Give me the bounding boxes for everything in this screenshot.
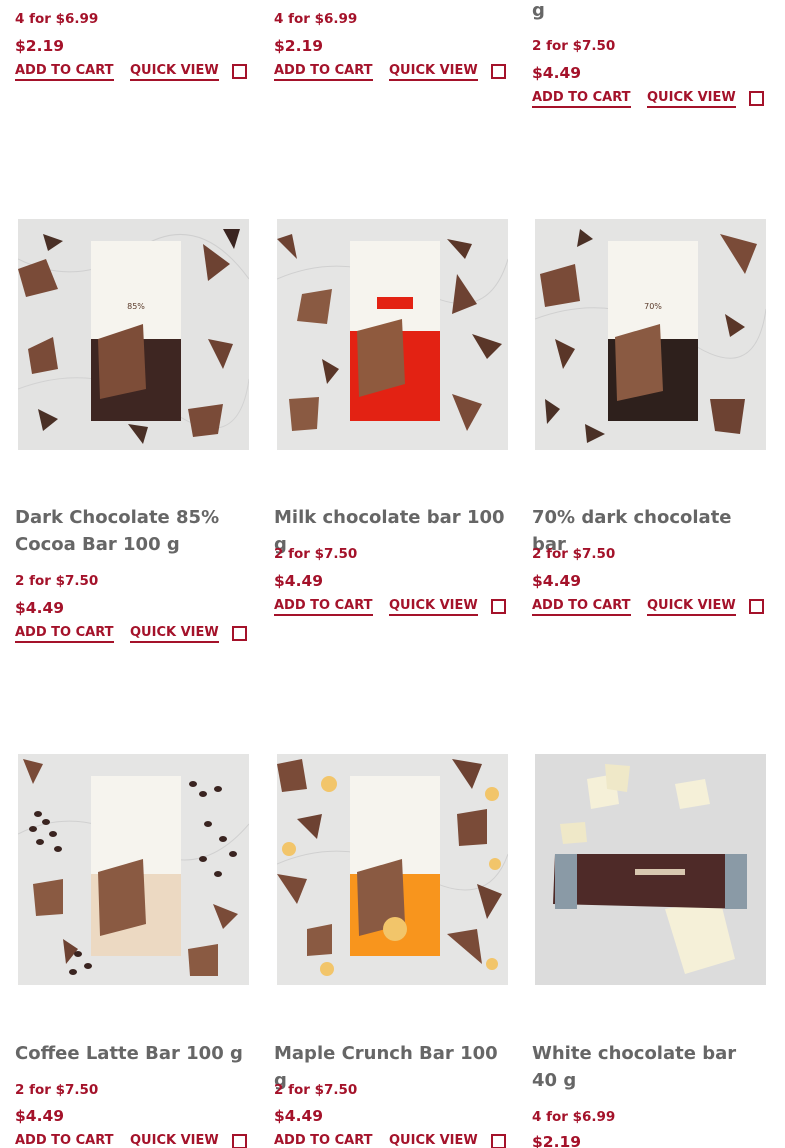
- product-actions: ADD TO CART QUICK VIEW: [274, 62, 508, 82]
- product-name[interactable]: White chocolate bar 40 g: [532, 1040, 766, 1094]
- quick-view-button[interactable]: QUICK VIEW: [130, 62, 219, 81]
- product-actions: ADD TO CART QUICK VIEW: [532, 597, 766, 617]
- compare-checkbox[interactable]: [749, 91, 764, 106]
- svg-text:70%: 70%: [644, 302, 662, 311]
- product-name[interactable]: g: [532, 0, 766, 24]
- price: $4.49: [15, 1107, 65, 1125]
- compare-checkbox[interactable]: [491, 599, 506, 614]
- dark-85-bar-photo: 85%: [18, 219, 249, 450]
- promo-text: 4 for $6.99: [532, 1109, 616, 1125]
- compare-checkbox[interactable]: [749, 599, 764, 614]
- promo-text: 2 for $7.50: [532, 38, 616, 54]
- product-actions: ADD TO CART QUICK VIEW: [532, 89, 766, 109]
- promo-text: 2 for $7.50: [15, 573, 99, 589]
- product-name[interactable]: Dark Chocolate 85% Cocoa Bar 100 g: [15, 504, 249, 558]
- dark-70-bar-photo: 70%: [535, 219, 766, 450]
- quick-view-button[interactable]: QUICK VIEW: [389, 62, 478, 81]
- product-actions: ADD TO CART QUICK VIEW: [15, 62, 249, 82]
- compare-checkbox[interactable]: [491, 64, 506, 79]
- product-actions: ADD TO CART QUICK VIEW: [15, 624, 249, 644]
- maple-crunch-bar-photo: [277, 754, 508, 985]
- add-to-cart-button[interactable]: ADD TO CART: [274, 597, 373, 616]
- promo-text: 2 for $7.50: [274, 546, 358, 562]
- price: $2.19: [274, 37, 324, 55]
- compare-checkbox[interactable]: [232, 1134, 247, 1148]
- price: $4.49: [274, 572, 324, 590]
- compare-checkbox[interactable]: [232, 626, 247, 641]
- add-to-cart-button[interactable]: ADD TO CART: [15, 1132, 114, 1148]
- product-actions: ADD TO CART QUICK VIEW: [274, 597, 508, 617]
- quick-view-button[interactable]: QUICK VIEW: [389, 597, 478, 616]
- price: $4.49: [532, 64, 582, 82]
- compare-checkbox[interactable]: [491, 1134, 506, 1148]
- quick-view-button[interactable]: QUICK VIEW: [130, 624, 219, 643]
- promo-text: 4 for $6.99: [15, 11, 99, 27]
- white-bar-photo: [535, 754, 766, 985]
- product-image[interactable]: 85%: [18, 219, 249, 450]
- quick-view-button[interactable]: QUICK VIEW: [389, 1132, 478, 1148]
- product-image[interactable]: [277, 754, 508, 985]
- price: $4.49: [532, 572, 582, 590]
- compare-checkbox[interactable]: [232, 64, 247, 79]
- product-image[interactable]: [18, 754, 249, 985]
- price: $4.49: [15, 599, 65, 617]
- price: $2.19: [532, 1133, 582, 1148]
- product-actions: ADD TO CART QUICK VIEW: [274, 1132, 508, 1148]
- add-to-cart-button[interactable]: ADD TO CART: [532, 597, 631, 616]
- add-to-cart-button[interactable]: ADD TO CART: [274, 1132, 373, 1148]
- product-name[interactable]: Coffee Latte Bar 100 g: [15, 1040, 249, 1067]
- product-actions: ADD TO CART QUICK VIEW: [15, 1132, 249, 1148]
- product-image[interactable]: [535, 754, 766, 985]
- price: $4.49: [274, 1107, 324, 1125]
- promo-text: 2 for $7.50: [15, 1082, 99, 1098]
- promo-text: 2 for $7.50: [274, 1082, 358, 1098]
- add-to-cart-button[interactable]: ADD TO CART: [532, 89, 631, 108]
- quick-view-button[interactable]: QUICK VIEW: [647, 597, 736, 616]
- milk-bar-photo: [277, 219, 508, 450]
- add-to-cart-button[interactable]: ADD TO CART: [274, 62, 373, 81]
- promo-text: 2 for $7.50: [532, 546, 616, 562]
- product-image[interactable]: [277, 219, 508, 450]
- quick-view-button[interactable]: QUICK VIEW: [130, 1132, 219, 1148]
- product-image[interactable]: 70%: [535, 219, 766, 450]
- promo-text: 4 for $6.99: [274, 11, 358, 27]
- add-to-cart-button[interactable]: ADD TO CART: [15, 62, 114, 81]
- quick-view-button[interactable]: QUICK VIEW: [647, 89, 736, 108]
- price: $2.19: [15, 37, 65, 55]
- svg-text:85%: 85%: [127, 302, 145, 311]
- coffee-latte-bar-photo: [18, 754, 249, 985]
- add-to-cart-button[interactable]: ADD TO CART: [15, 624, 114, 643]
